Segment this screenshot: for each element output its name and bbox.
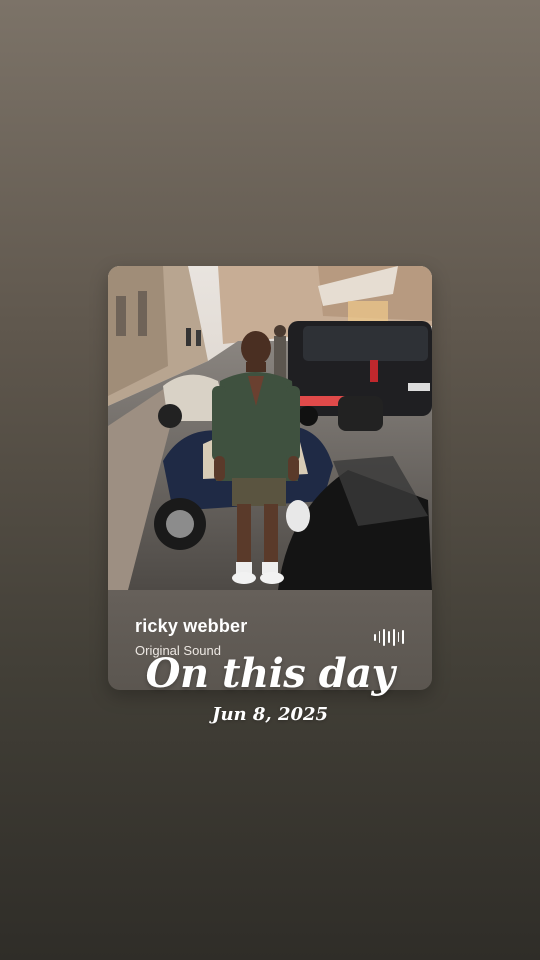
music-sticker-card[interactable]: ricky webber Original Sound xyxy=(108,266,432,690)
memory-date: Jun 8, 2025 xyxy=(211,704,329,725)
audio-wave-icon xyxy=(374,628,405,646)
artist-name: ricky webber xyxy=(135,616,248,636)
memory-title: On this day xyxy=(145,650,395,697)
story-photo xyxy=(108,266,432,590)
